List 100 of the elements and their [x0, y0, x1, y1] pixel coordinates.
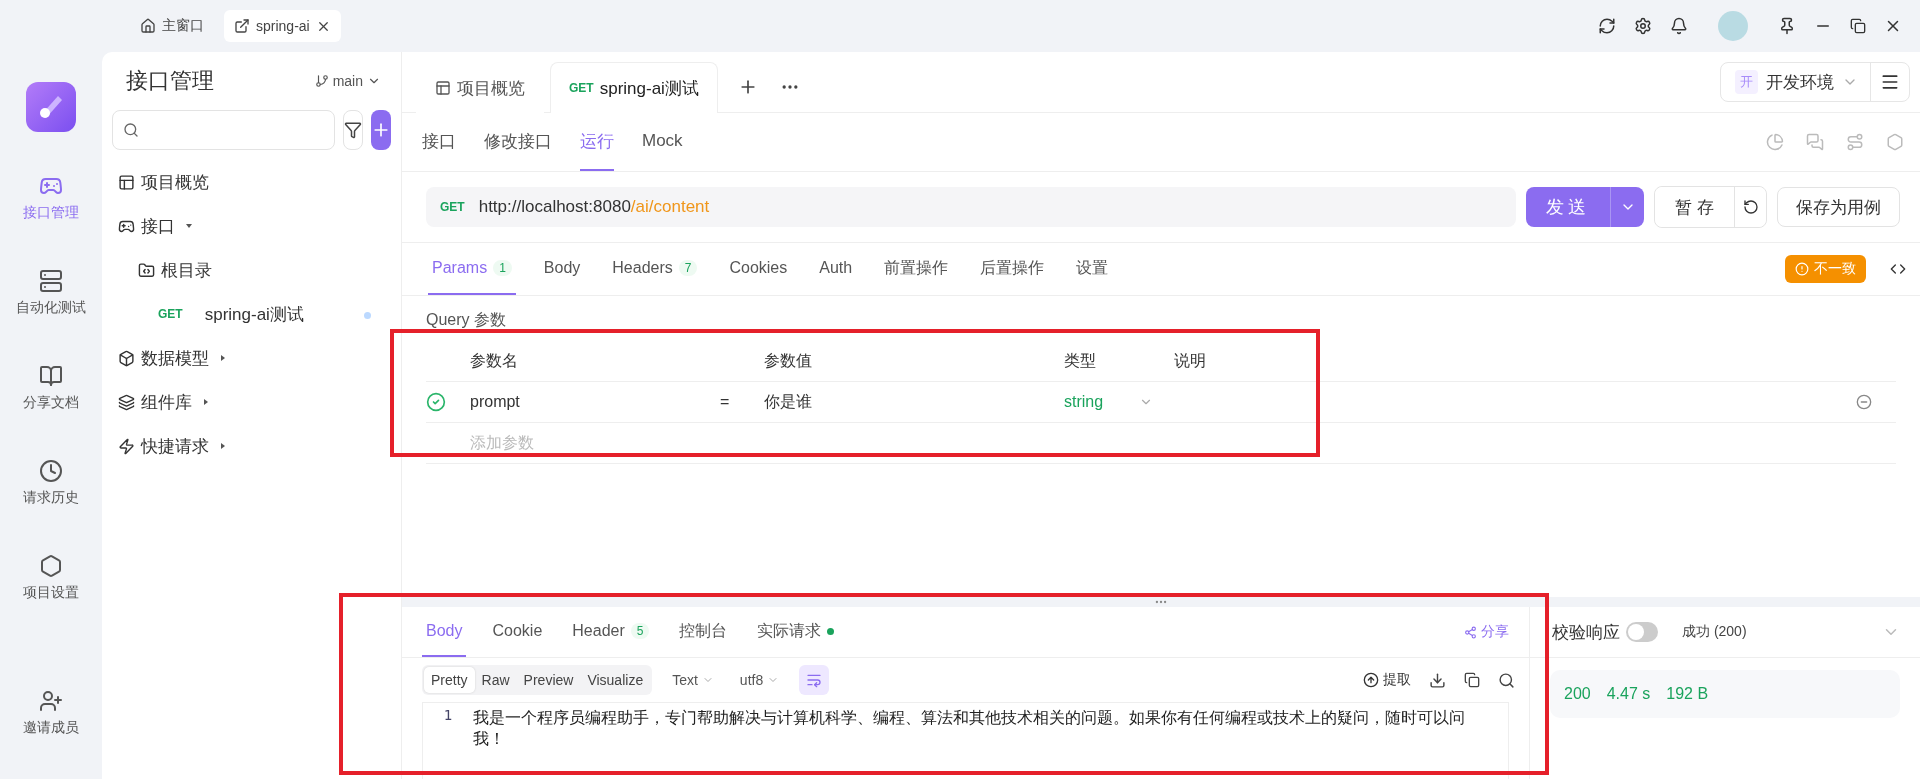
- extract-button[interactable]: 提取: [1363, 671, 1411, 689]
- window-tab[interactable]: spring-ai: [224, 10, 341, 42]
- response-tab[interactable]: 实际请求: [753, 607, 839, 657]
- upload-icon: [1363, 672, 1379, 688]
- panel-icon: [118, 173, 135, 191]
- method-label: GET: [158, 307, 183, 321]
- tree-item[interactable]: 快捷请求: [112, 424, 391, 468]
- cube-icon: [118, 349, 135, 367]
- param-tab[interactable]: 前置操作: [880, 243, 953, 295]
- search-icon[interactable]: [1498, 671, 1515, 689]
- filter-button[interactable]: [343, 110, 363, 150]
- document-tab-label: spring-ai测试: [599, 77, 699, 100]
- enabled-checkbox[interactable]: [426, 392, 446, 412]
- window-tab-label: 主窗口: [162, 17, 204, 35]
- add-button[interactable]: [371, 110, 391, 150]
- restore-icon[interactable]: [1850, 18, 1866, 34]
- document-tab-label: 项目概览: [457, 77, 525, 100]
- url-field[interactable]: GET http://localhost:8080/ai/content: [426, 187, 1517, 227]
- rail-label: 请求历史: [23, 488, 79, 507]
- param-tab[interactable]: Params 1: [428, 243, 516, 295]
- wrap-toggle[interactable]: [799, 665, 830, 695]
- encoding-selector[interactable]: utf8: [733, 671, 786, 689]
- column-header: 参数值: [764, 350, 813, 371]
- rail-item[interactable]: 自动化测试: [16, 245, 86, 340]
- param-tab[interactable]: Headers 7: [608, 243, 702, 295]
- resize-handle[interactable]: [402, 597, 1920, 607]
- copy-icon[interactable]: [1464, 672, 1480, 688]
- rail-item[interactable]: 接口管理: [23, 150, 79, 245]
- validation-switch[interactable]: [1626, 622, 1658, 642]
- count-badge: 1: [493, 260, 512, 276]
- mismatch-label: 不一致: [1814, 260, 1856, 278]
- menu-icon[interactable]: [1880, 72, 1900, 92]
- window-tab[interactable]: 主窗口: [130, 10, 214, 42]
- bell-icon[interactable]: [1670, 17, 1688, 35]
- stat-value: 4.47 s: [1606, 685, 1651, 703]
- share-icon: [1464, 625, 1477, 639]
- folder-icon: [138, 261, 155, 279]
- table-cell-text: =: [720, 393, 731, 411]
- table-cell-text: 你是谁: [764, 391, 813, 412]
- param-tab[interactable]: Auth: [815, 243, 857, 295]
- response-tab[interactable]: Header 5: [568, 607, 654, 657]
- view-tab[interactable]: 接口: [422, 113, 456, 171]
- param-tab[interactable]: Cookies: [725, 243, 792, 295]
- panel-icon: [435, 80, 451, 96]
- undo-icon: [1742, 199, 1759, 215]
- response-tab[interactable]: Body: [422, 607, 467, 657]
- view-tab[interactable]: 运行: [580, 113, 614, 171]
- view-tab[interactable]: Mock: [642, 113, 683, 171]
- param-tab[interactable]: 设置: [1072, 243, 1113, 295]
- rail-item[interactable]: 请求历史: [23, 435, 79, 530]
- view-tab[interactable]: 修改接口: [484, 113, 552, 171]
- tree-item[interactable]: 接口: [112, 204, 391, 248]
- reset-button[interactable]: [1734, 187, 1766, 227]
- refresh-icon[interactable]: [1598, 17, 1616, 35]
- document-tab[interactable]: GET spring-ai测试: [550, 62, 718, 113]
- pin-icon[interactable]: [1778, 17, 1796, 35]
- code-line: 我是一个程序员编程助手，专门帮助解决与计算机科学、编程、算法和其他技术相关的问题。如果你有任何编程或技术上的疑问，随时可以问我！: [473, 708, 1466, 749]
- alert-icon: [1795, 262, 1809, 276]
- format-option[interactable]: Visualize: [580, 667, 651, 693]
- sidebar-title: 接口管理: [126, 67, 214, 95]
- format-option[interactable]: Preview: [516, 667, 581, 693]
- column-header: 参数名: [470, 350, 519, 371]
- branch-selector[interactable]: main: [314, 73, 381, 89]
- rail-label: 分享文档: [23, 393, 79, 412]
- tree-item-label: 项目概览: [141, 171, 209, 194]
- response-tab[interactable]: Cookie: [488, 607, 547, 657]
- tree-item[interactable]: 项目概览: [112, 160, 391, 204]
- param-tab[interactable]: 后置操作: [976, 243, 1049, 295]
- tree-item[interactable]: 组件库: [112, 380, 391, 424]
- param-tab[interactable]: Body: [539, 243, 585, 295]
- tree-item-label: 快捷请求: [141, 435, 209, 458]
- response-tab[interactable]: 控制台: [675, 607, 732, 657]
- tree-item-label: 数据模型: [141, 347, 209, 370]
- tree-item-label: 根目录: [161, 259, 212, 282]
- count-badge: 5: [630, 623, 650, 639]
- search-icon: [123, 122, 139, 138]
- format-option[interactable]: Raw: [474, 667, 517, 693]
- app-logo: [26, 82, 76, 132]
- lightning-icon: [118, 437, 135, 455]
- url-text: http://localhost:8080/ai/content: [478, 197, 710, 217]
- tree-item[interactable]: GET spring-ai测试: [112, 292, 391, 336]
- format-option[interactable]: Pretty: [424, 667, 475, 693]
- save-as-case-button[interactable]: 保存为用例: [1777, 187, 1900, 227]
- rail-item[interactable]: 项目设置: [23, 530, 79, 625]
- tree-item[interactable]: 数据模型: [112, 336, 391, 380]
- column-header: 说明: [1174, 350, 1207, 371]
- search-field[interactable]: [112, 110, 335, 150]
- tree-item-label: 组件库: [141, 391, 192, 414]
- tree-item[interactable]: 根目录: [112, 248, 391, 292]
- table-cell-text: prompt: [470, 393, 521, 411]
- rail-label: 接口管理: [23, 203, 79, 222]
- content-type-selector[interactable]: Text: [666, 671, 720, 689]
- code-icon[interactable]: [1890, 261, 1906, 277]
- share-link[interactable]: 分享: [1464, 623, 1509, 641]
- wrap-icon: [806, 672, 823, 688]
- rail-item[interactable]: 邀请成员: [23, 665, 79, 760]
- tree-item-label: spring-ai测试: [204, 303, 304, 326]
- remove-icon[interactable]: [1856, 394, 1872, 410]
- download-icon[interactable]: [1429, 671, 1446, 689]
- rail-item[interactable]: 分享文档: [23, 340, 79, 435]
